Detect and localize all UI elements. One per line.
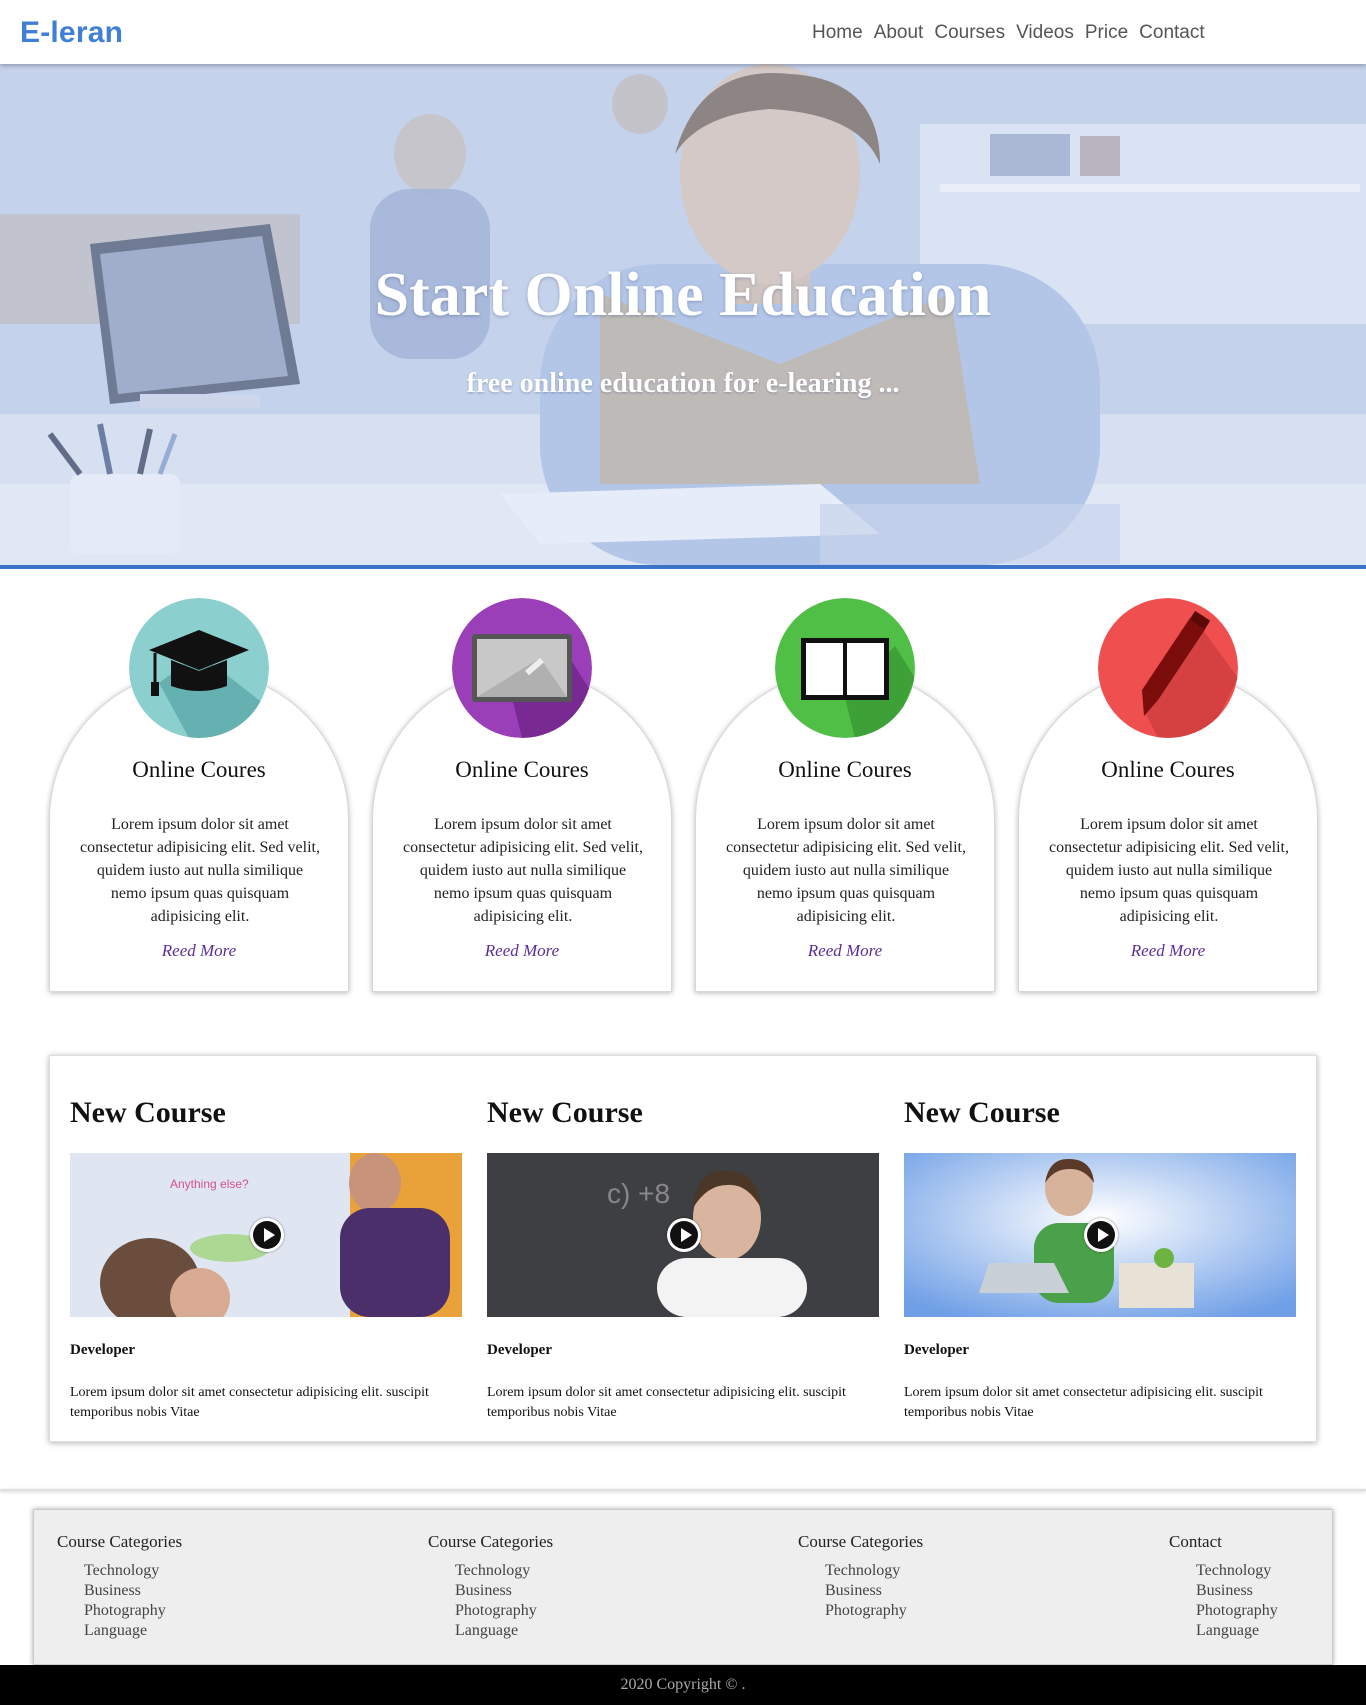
footer-link[interactable]: Photography [455,1601,668,1621]
section-divider [0,1489,1366,1491]
whiteboard-icon [452,598,592,738]
footer-link[interactable]: Language [1196,1621,1366,1641]
course-description: Lorem ipsum dolor sit amet consectetur a… [70,1385,429,1420]
read-more-link[interactable]: Reed More [373,941,671,961]
footer-link[interactable]: Business [825,1581,1038,1601]
nav-courses[interactable]: Courses [934,22,1005,44]
feature-card-text: Lorem ipsum dolor sit amet consectetur a… [403,816,643,925]
play-icon[interactable] [1084,1218,1118,1252]
new-courses-section: New Course Anything else? Developer Lore… [49,1055,1317,1442]
whiteboard-text-decoration: Anything else? [170,1177,249,1191]
site-logo[interactable]: E-leran [20,16,123,50]
hero-banner: Start Online Education free online educa… [0,64,1366,569]
nav-about[interactable]: About [874,22,924,44]
play-icon[interactable] [667,1218,701,1252]
hero-title: Start Online Education [374,261,992,329]
hero-subtitle: free online education for e-learing ... [466,368,900,399]
footer-link[interactable]: Technology [84,1561,297,1581]
footer-column: Course Categories Technology Business Ph… [798,1532,1038,1621]
feature-card-text: Lorem ipsum dolor sit amet consectetur a… [80,816,320,925]
footer-link[interactable]: Technology [825,1561,1038,1581]
footer-link[interactable]: Photography [1196,1601,1366,1621]
top-navbar: E-leran Home About Courses Videos Price … [0,0,1366,64]
footer-column-title: Contact [1169,1532,1222,1551]
course-video-thumbnail[interactable] [904,1153,1296,1317]
feature-card-title: Online Coures [132,757,266,782]
feature-card-title: Online Coures [455,757,589,782]
footer-column-title: Course Categories [798,1532,924,1551]
footer-column: Contact Technology Business Photography … [1169,1532,1366,1641]
footer-link[interactable]: Technology [455,1561,668,1581]
pen-icon [1098,598,1238,738]
footer-link[interactable]: Business [1196,1581,1366,1601]
footer-link[interactable]: Business [84,1581,297,1601]
footer-link[interactable]: Language [455,1621,668,1641]
read-more-link[interactable]: Reed More [1019,941,1317,961]
nav-videos[interactable]: Videos [1016,22,1074,44]
footer-link[interactable]: Photography [84,1601,297,1621]
footer: Course Categories Technology Business Ph… [33,1509,1333,1665]
course-video-thumbnail[interactable]: Anything else? [70,1153,462,1317]
course-video-thumbnail[interactable]: c) +8 [487,1153,879,1317]
footer-link[interactable]: Language [84,1621,297,1641]
course-description: Lorem ipsum dolor sit amet consectetur a… [487,1385,846,1420]
footer-column: Course Categories Technology Business Ph… [428,1532,668,1641]
course-role: Developer [904,1342,969,1358]
book-icon [775,598,915,738]
course-description: Lorem ipsum dolor sit amet consectetur a… [904,1385,1263,1420]
course-role: Developer [70,1342,135,1358]
feature-card-text: Lorem ipsum dolor sit amet consectetur a… [726,816,966,925]
main-nav: Home About Courses Videos Price Contact [812,22,1205,44]
read-more-link[interactable]: Reed More [50,941,348,961]
footer-link[interactable]: Photography [825,1601,1038,1621]
nav-home[interactable]: Home [812,22,863,44]
graduation-cap-icon [129,598,269,738]
feature-card-title: Online Coures [1101,757,1235,782]
footer-column-title: Course Categories [428,1532,554,1551]
feature-card-text: Lorem ipsum dolor sit amet consectetur a… [1049,816,1289,925]
course-title: New Course [487,1096,643,1129]
copyright-bar: 2020 Copyright © . [0,1665,1366,1705]
course-title: New Course [904,1096,1060,1129]
feature-card-title: Online Coures [778,757,912,782]
footer-column: Course Categories Technology Business Ph… [57,1532,297,1641]
play-icon[interactable] [250,1218,284,1252]
nav-price[interactable]: Price [1085,22,1128,44]
chalkboard-decoration: c) +8 [607,1178,670,1209]
footer-column-title: Course Categories [57,1532,183,1551]
course-role: Developer [487,1342,552,1358]
footer-link[interactable]: Business [455,1581,668,1601]
course-title: New Course [70,1096,226,1129]
nav-contact[interactable]: Contact [1139,22,1204,44]
read-more-link[interactable]: Reed More [696,941,994,961]
footer-link[interactable]: Technology [1196,1561,1366,1581]
